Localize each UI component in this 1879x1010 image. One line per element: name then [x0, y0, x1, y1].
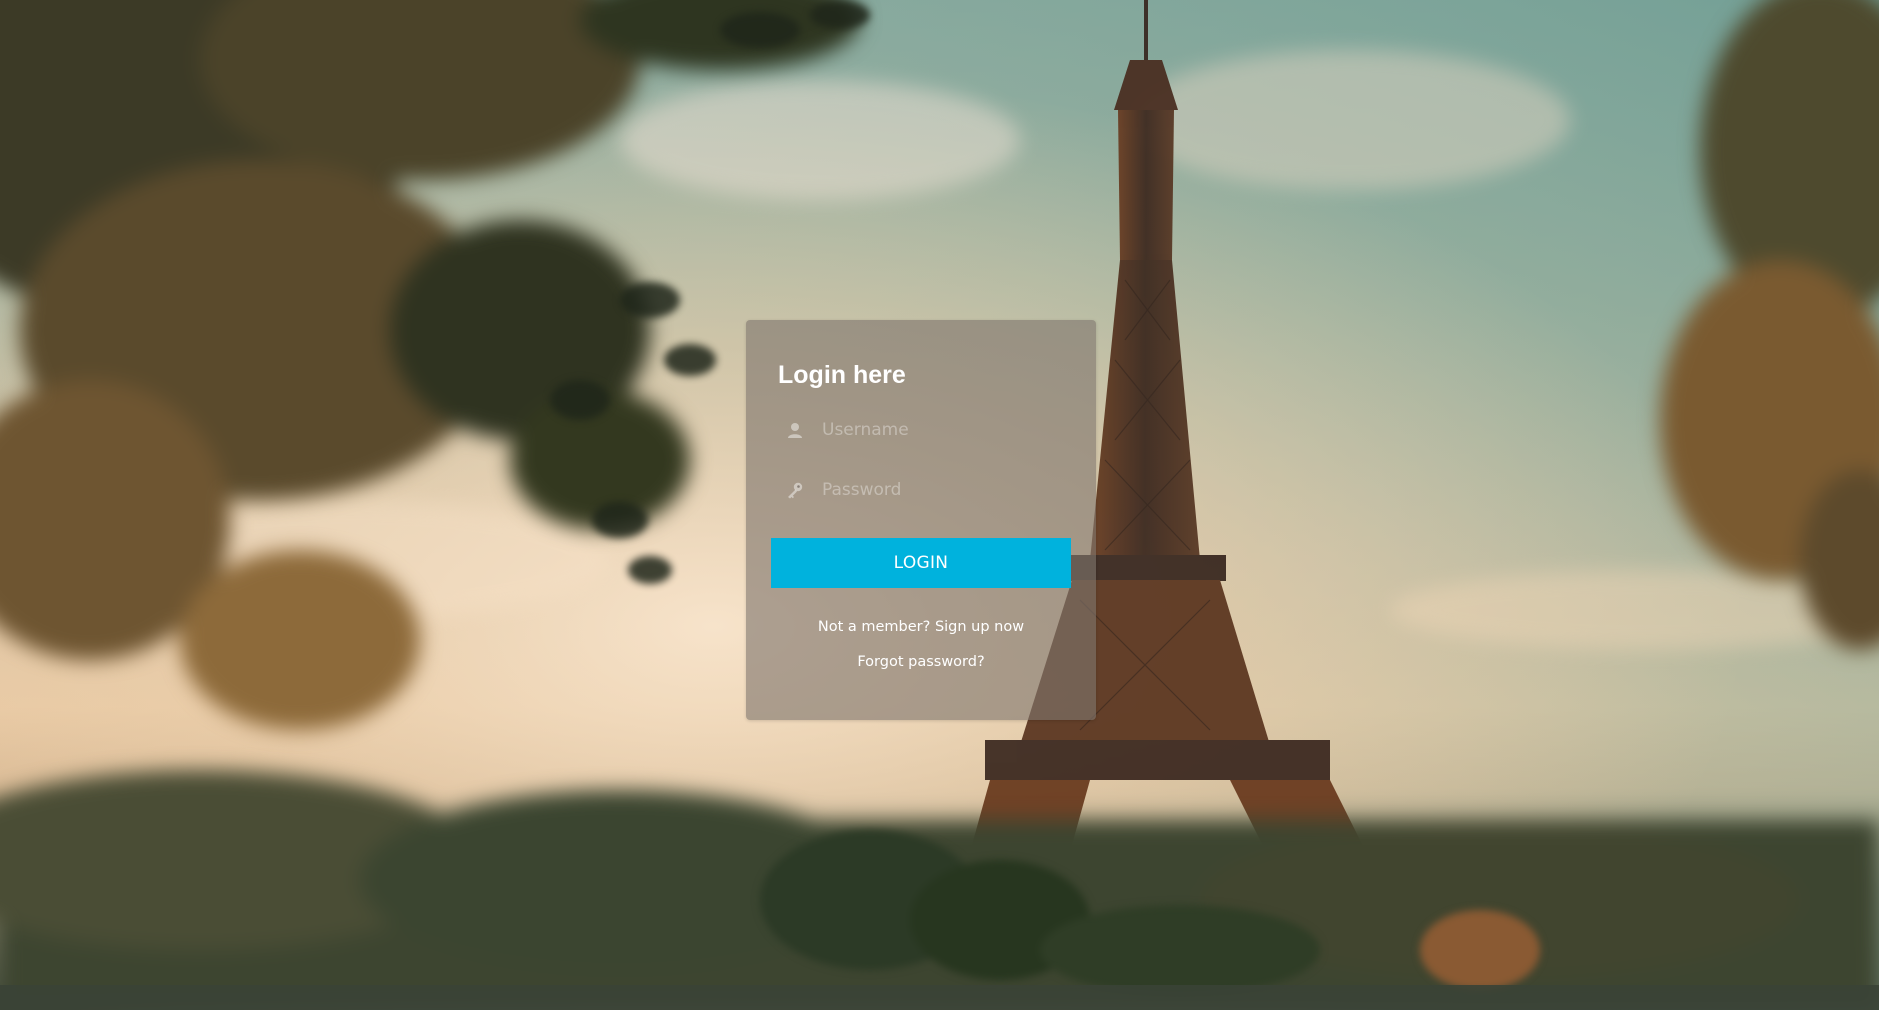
- signup-link[interactable]: Not a member? Sign up now: [771, 610, 1071, 645]
- forgot-password-link[interactable]: Forgot password?: [771, 645, 1071, 680]
- key-icon: [785, 480, 805, 500]
- username-field[interactable]: [771, 408, 1071, 452]
- login-button[interactable]: LOGIN: [771, 538, 1071, 588]
- background-scene: Login here LOGIN Not a membe: [0, 0, 1879, 1010]
- auth-links: Not a member? Sign up now Forgot passwor…: [771, 610, 1071, 680]
- login-title: Login here: [778, 361, 906, 389]
- user-icon: [785, 420, 805, 440]
- login-form-card: Login here LOGIN Not a membe: [746, 320, 1096, 720]
- username-input[interactable]: [820, 419, 1064, 441]
- password-input[interactable]: [820, 479, 1064, 501]
- password-field[interactable]: [771, 468, 1071, 512]
